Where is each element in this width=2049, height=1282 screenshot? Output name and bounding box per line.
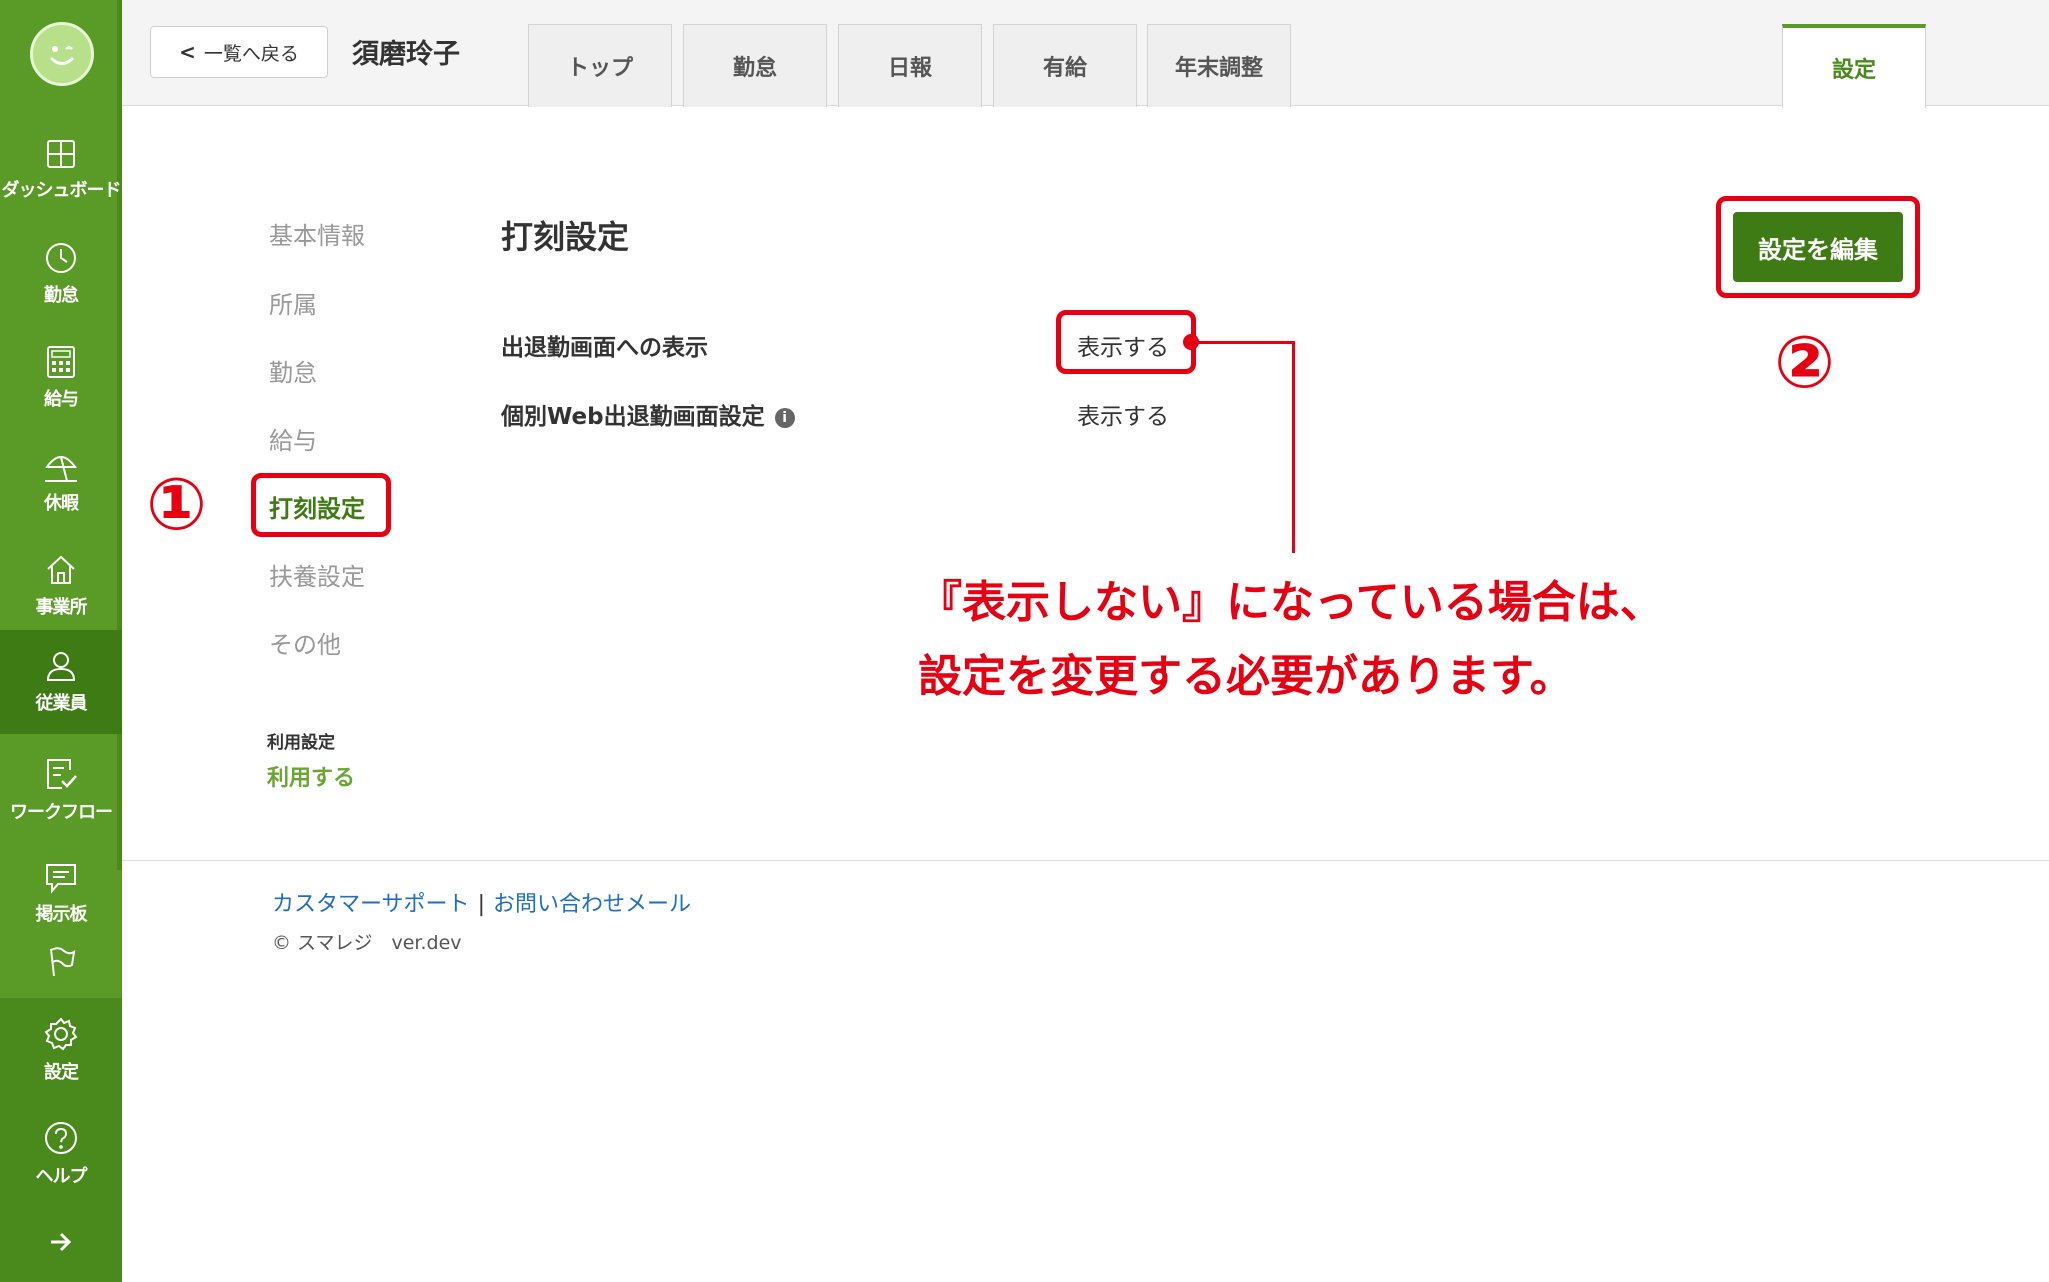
- annotation-number-2: ②: [1774, 320, 1835, 404]
- usage-setting-label: 利用設定: [267, 733, 335, 753]
- dashboard-icon: [47, 140, 75, 168]
- smiley-face: [50, 46, 74, 65]
- tab-top[interactable]: トップ: [528, 24, 672, 107]
- sidebar-item-employees[interactable]: 従業員: [0, 630, 122, 734]
- tab-paid-leave[interactable]: 有給: [993, 24, 1137, 107]
- sidebar: ダッシュボード 勤怠 給与 休暇 事業所 従業員 ワークフロー 掲示板 設定 ヘ…: [0, 0, 122, 1282]
- individual-web-clock-value: 表示する: [1077, 404, 1169, 430]
- tab-attendance[interactable]: 勤怠: [683, 24, 827, 107]
- sidebar-item-help[interactable]: ヘルプ: [0, 1102, 122, 1206]
- sidebar-item-workflow[interactable]: ワークフロー: [0, 738, 122, 842]
- submenu-dependents[interactable]: 扶養設定: [269, 557, 365, 592]
- sidebar-item-label: 給与: [44, 389, 79, 410]
- smiley-icon[interactable]: [30, 22, 94, 86]
- chevron-left-icon: <: [179, 40, 196, 64]
- person-icon: [46, 652, 76, 681]
- employee-header: < 一覧へ戻る 須磨玲子 トップ 勤怠 日報 有給 年末調整 設定: [122, 0, 2049, 108]
- page-title: 打刻設定: [501, 218, 630, 256]
- sidebar-item-attendance[interactable]: 勤怠: [0, 222, 122, 326]
- individual-web-clock-label: 個別Web出退勤画面設定 i: [501, 397, 795, 431]
- umbrella-icon: [45, 456, 77, 482]
- annotation-box-display-value: [1056, 310, 1196, 374]
- arrow-right-icon: [51, 1232, 72, 1252]
- clock-icon: [46, 243, 76, 273]
- sidebar-item-settings[interactable]: 設定: [0, 998, 122, 1102]
- usage-setting-value: 利用する: [267, 766, 356, 791]
- back-button-label: 一覧へ戻る: [203, 42, 299, 65]
- annotation-box-stamp-settings: [251, 473, 391, 537]
- sidebar-item-office[interactable]: 事業所: [0, 534, 122, 638]
- sidebar-item-label: 従業員: [35, 693, 88, 714]
- sidebar-item-label: 掲示板: [35, 904, 88, 925]
- checklist-icon: [47, 759, 77, 789]
- help-icon: [45, 1122, 77, 1154]
- submenu-attendance[interactable]: 勤怠: [269, 353, 317, 388]
- employee-name: 須磨玲子: [352, 39, 460, 70]
- submenu-payroll[interactable]: 給与: [269, 421, 317, 456]
- footer-links: カスタマーサポート | お問い合わせメール: [272, 886, 691, 918]
- contact-mail-link[interactable]: お問い合わせメール: [493, 892, 691, 917]
- sidebar-expand-button[interactable]: [0, 1210, 122, 1280]
- info-icon[interactable]: i: [774, 407, 795, 428]
- annotation-note-line-2: 設定を変更する必要があります。: [918, 651, 1574, 702]
- sidebar-item-payroll[interactable]: 給与: [0, 326, 122, 430]
- sidebar-item-label: ヘルプ: [35, 1166, 88, 1187]
- footer-divider: [122, 860, 2049, 861]
- back-to-list-button[interactable]: < 一覧へ戻る: [150, 26, 328, 78]
- annotation-connector-horizontal: [1191, 341, 1295, 344]
- customer-support-link[interactable]: カスタマーサポート: [272, 892, 470, 917]
- tab-year-end[interactable]: 年末調整: [1147, 24, 1291, 107]
- sidebar-item-dashboard[interactable]: ダッシュボード: [0, 118, 122, 222]
- sidebar-item-label: 休暇: [44, 493, 79, 514]
- calculator-icon: [47, 346, 75, 378]
- annotation-note-line-1: 『表示しない』になっている場合は、: [918, 577, 1664, 628]
- chat-icon: [46, 864, 76, 894]
- annotation-box-edit-button: [1716, 196, 1920, 298]
- sidebar-item-label: ワークフロー: [10, 802, 113, 823]
- gear-icon: [44, 1017, 78, 1051]
- sidebar-item-label: 設定: [44, 1062, 79, 1083]
- annotation-connector-vertical: [1292, 341, 1295, 553]
- sidebar-item-leave[interactable]: 休暇: [0, 430, 122, 534]
- home-icon: [47, 555, 75, 584]
- tab-settings[interactable]: 設定: [1782, 24, 1926, 108]
- submenu-other[interactable]: その他: [269, 625, 341, 660]
- annotation-number-1: ①: [146, 462, 207, 546]
- tab-daily-report[interactable]: 日報: [838, 24, 982, 107]
- footer-separator: |: [477, 892, 485, 917]
- submenu-basic-info[interactable]: 基本情報: [269, 216, 365, 251]
- sidebar-bottom: 設定 ヘルプ: [0, 998, 122, 1282]
- copyright: © スマレジ ver.dev: [272, 932, 462, 954]
- sidebar-item-label: 勤怠: [44, 285, 79, 306]
- sidebar-item-label: ダッシュボード: [1, 180, 122, 201]
- sidebar-item-flag[interactable]: [0, 930, 122, 1000]
- app-root: ダッシュボード 勤怠 給与 休暇 事業所 従業員 ワークフロー 掲示板 設定 ヘ…: [0, 0, 2049, 1282]
- individual-web-clock-text: 個別Web出退勤画面設定: [501, 404, 765, 430]
- submenu-affiliation[interactable]: 所属: [269, 285, 317, 320]
- display-on-clock-screen-label: 出退勤画面への表示: [501, 335, 708, 361]
- sidebar-item-label: 事業所: [35, 597, 88, 618]
- flag-icon: [50, 947, 76, 977]
